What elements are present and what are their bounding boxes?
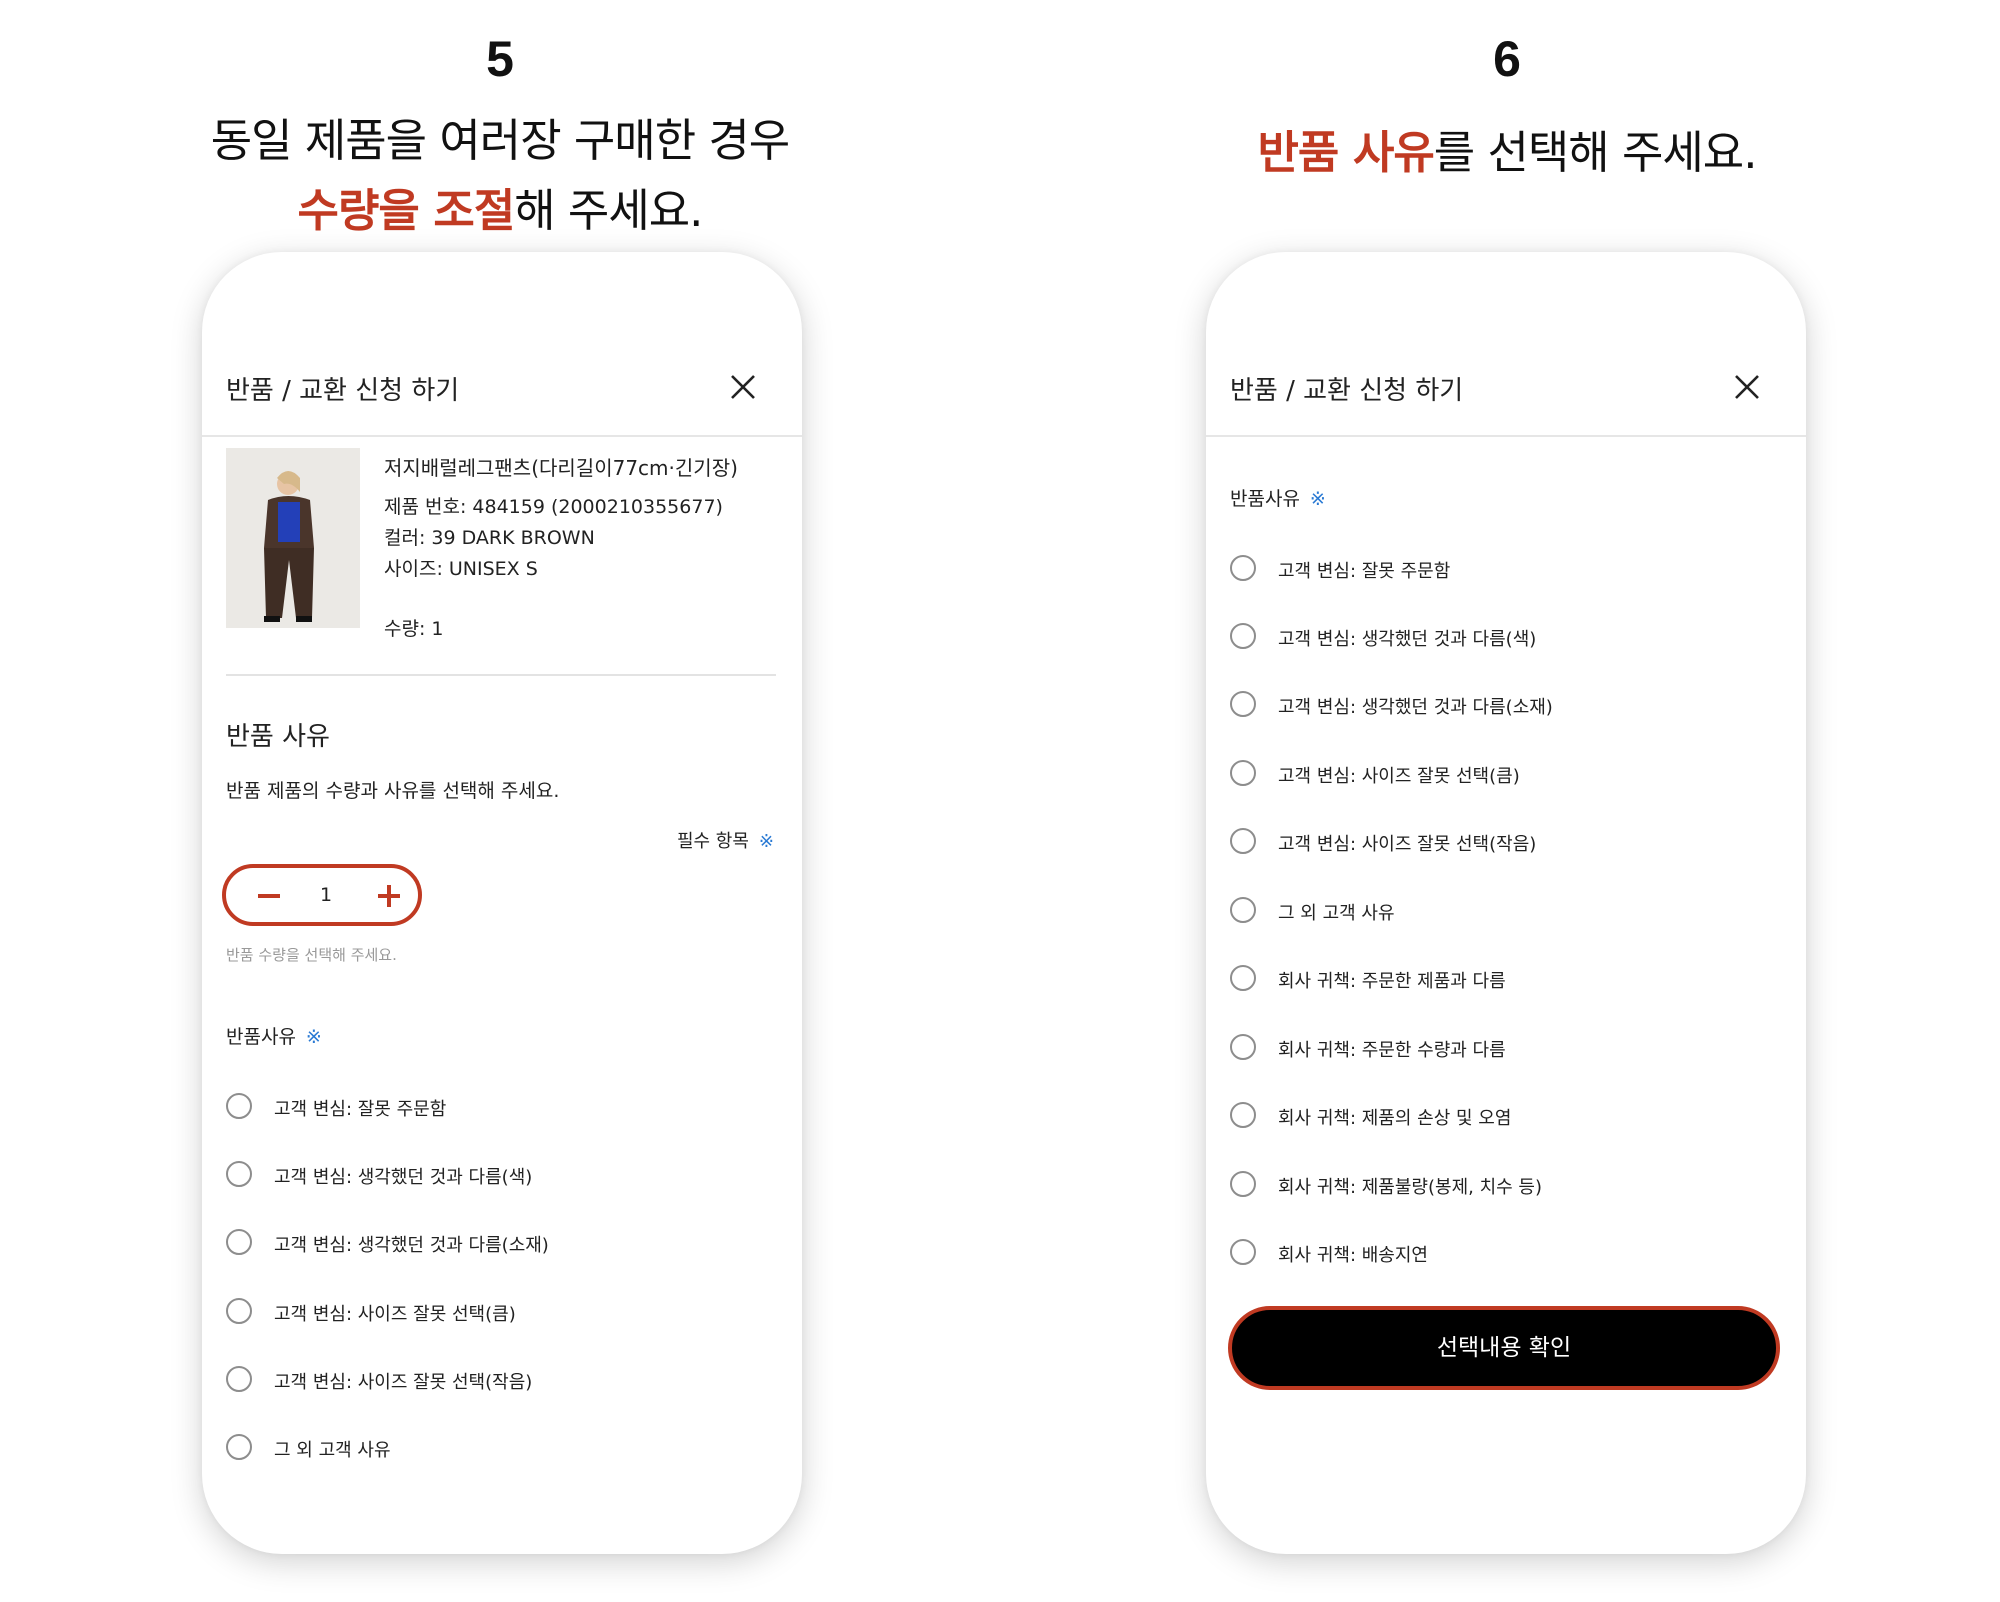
radio-button[interactable] <box>1230 760 1256 786</box>
radio-button[interactable] <box>1230 828 1256 854</box>
reason-option-label: 회사 귀책: 주문한 제품과 다름 <box>1278 971 1506 992</box>
step-number-5: 5 <box>486 31 514 87</box>
required-label: 필수 항목 <box>676 831 749 852</box>
confirm-selection-button[interactable]: 선택내용 확인 <box>1228 1306 1780 1390</box>
radio-button[interactable] <box>226 1161 252 1187</box>
reason-option-label: 회사 귀책: 제품불량(봉제, 치수 등) <box>1278 1177 1542 1198</box>
radio-button[interactable] <box>1230 1239 1256 1265</box>
reason-option-label: 고객 변심: 사이즈 잘못 선택(작음) <box>274 1372 533 1393</box>
reason-option-label: 회사 귀책: 배송지연 <box>1278 1245 1428 1266</box>
product-divider <box>226 674 776 676</box>
required-mark: ※ <box>305 1026 322 1048</box>
required-mark: ※ <box>758 831 774 852</box>
step-5-caption-line1: 동일 제품을 여러장 구매한 경우 <box>210 114 790 167</box>
radio-button[interactable] <box>226 1093 252 1119</box>
reason-label-text: 반품사유 <box>226 1026 296 1048</box>
radio-button[interactable] <box>1230 897 1256 923</box>
modal-title: 반품 / 교환 신청 하기 <box>226 376 460 406</box>
reason-option-label: 그 외 고객 사유 <box>1278 903 1395 924</box>
radio-button[interactable] <box>1230 691 1256 717</box>
reason-option-label: 회사 귀책: 주문한 수량과 다름 <box>1278 1040 1506 1061</box>
step-6-caption: 반품 사유를 선택해 주세요. <box>1007 116 2000 181</box>
reason-label: 반품사유 ※ <box>1230 484 1326 511</box>
header-divider <box>1206 435 1806 437</box>
radio-button[interactable] <box>226 1434 252 1460</box>
radio-button[interactable] <box>226 1298 252 1324</box>
reason-option-label: 그 외 고객 사유 <box>274 1440 391 1461</box>
reason-option-label: 고객 변심: 생각했던 것과 다름(소재) <box>1278 697 1553 718</box>
step-number-6: 6 <box>1493 31 1521 87</box>
product-size: 사이즈: UNISEX S <box>384 558 538 580</box>
step-5-caption-rest: 해 주세요. <box>514 184 703 237</box>
quantity-value: 1 <box>319 884 333 906</box>
plus-icon-vertical[interactable] <box>387 885 391 907</box>
radio-button[interactable] <box>1230 965 1256 991</box>
reason-option-label: 고객 변심: 잘못 주문함 <box>1278 561 1451 582</box>
radio-button[interactable] <box>1230 623 1256 649</box>
product-color: 컬러: 39 DARK BROWN <box>384 527 595 549</box>
radio-button[interactable] <box>1230 555 1256 581</box>
close-icon[interactable] <box>1732 372 1762 402</box>
minus-icon[interactable] <box>258 894 280 898</box>
header-divider <box>202 435 802 437</box>
quantity-hint: 반품 수량을 선택해 주세요. <box>226 946 397 964</box>
modal-title: 반품 / 교환 신청 하기 <box>1230 376 1464 406</box>
step-5-caption-highlight: 수량을 조절 <box>297 184 516 237</box>
phone-mockup-step-5: 반품 / 교환 신청 하기 저지배럴레그팬츠(다리길이77cm·긴기장) 제품 … <box>202 252 802 1554</box>
product-name: 저지배럴레그팬츠(다리길이77cm·긴기장) <box>384 456 738 480</box>
radio-button[interactable] <box>226 1366 252 1392</box>
step-5-caption-line2: 수량을 조절해 주세요. <box>0 174 1000 239</box>
reason-option-label: 고객 변심: 생각했던 것과 다름(소재) <box>274 1235 549 1256</box>
required-field-note: 필수 항목 ※ <box>677 827 774 853</box>
radio-button[interactable] <box>1230 1171 1256 1197</box>
reason-label-text: 반품사유 <box>1230 488 1300 510</box>
radio-button[interactable] <box>1230 1034 1256 1060</box>
product-number: 제품 번호: 484159 (2000210355677) <box>384 496 723 518</box>
reason-label: 반품사유 ※ <box>226 1022 322 1049</box>
reason-option-label: 고객 변심: 사이즈 잘못 선택(큼) <box>1278 766 1520 787</box>
return-section-description: 반품 제품의 수량과 사유를 선택해 주세요. <box>226 780 560 802</box>
product-image[interactable] <box>226 448 360 628</box>
return-section-title: 반품 사유 <box>226 722 330 752</box>
step-6-caption-rest: 를 선택해 주세요. <box>1433 126 1758 179</box>
required-mark: ※ <box>1309 488 1326 510</box>
reason-option-label: 고객 변심: 잘못 주문함 <box>274 1099 447 1120</box>
reason-option-label: 고객 변심: 생각했던 것과 다름(색) <box>1278 629 1537 650</box>
reason-option-label: 회사 귀책: 제품의 손상 및 오염 <box>1278 1108 1512 1129</box>
radio-button[interactable] <box>226 1229 252 1255</box>
phone-mockup-step-6: 반품 / 교환 신청 하기 반품사유 ※ 고객 변심: 잘못 주문함 고객 변심:… <box>1206 252 1806 1554</box>
reason-option-label: 고객 변심: 생각했던 것과 다름(색) <box>274 1167 533 1188</box>
radio-button[interactable] <box>1230 1102 1256 1128</box>
reason-option-label: 고객 변심: 사이즈 잘못 선택(작음) <box>1278 834 1537 855</box>
product-quantity: 수량: 1 <box>384 618 444 640</box>
quantity-stepper[interactable]: 1 <box>222 864 422 926</box>
step-6-caption-highlight: 반품 사유 <box>1257 126 1435 179</box>
close-icon[interactable] <box>728 372 758 402</box>
reason-option-label: 고객 변심: 사이즈 잘못 선택(큼) <box>274 1304 516 1325</box>
